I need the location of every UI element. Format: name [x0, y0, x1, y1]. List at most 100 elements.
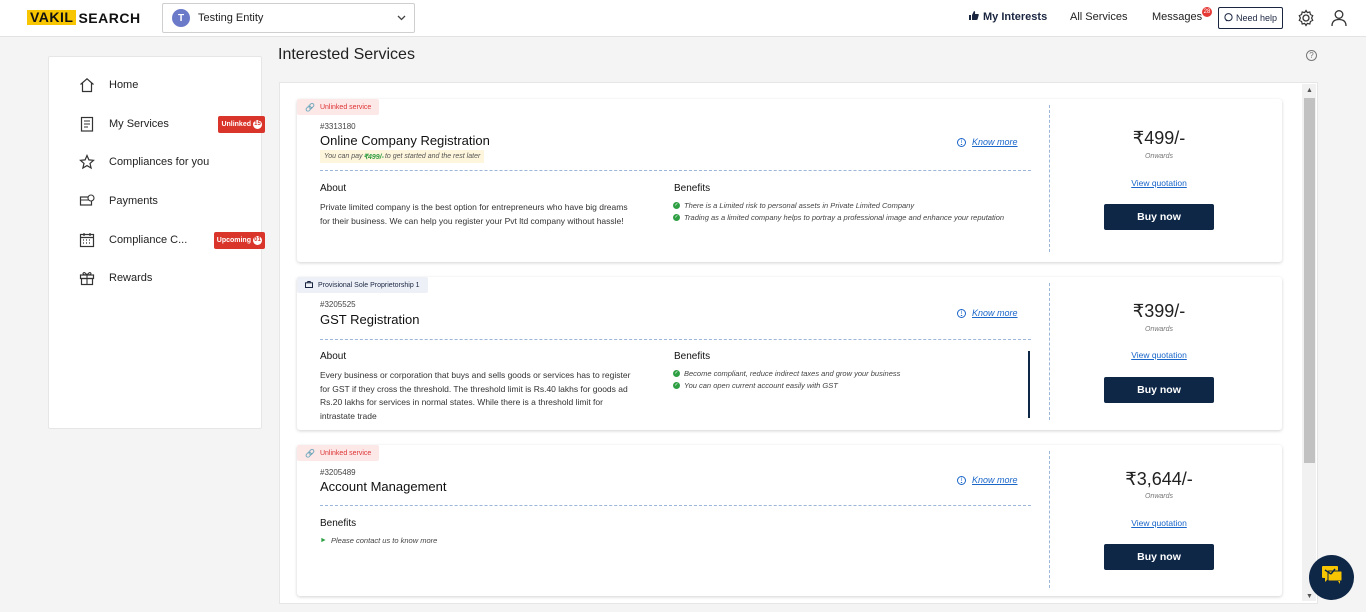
know-more-link[interactable]: i Know more [957, 137, 1018, 147]
pay-note-pre: You can pay [324, 153, 363, 160]
entity-avatar: T [172, 9, 190, 27]
service-card: 🔗 Unlinked service #3313180 Online Compa… [297, 99, 1282, 262]
sidebar-item-label: Compliances for you [109, 156, 210, 168]
divider [320, 339, 1031, 340]
help-question-icon[interactable]: ? [1306, 50, 1317, 61]
messages-count-badge: 28 [1202, 7, 1212, 17]
about-text: Every business or corporation that buys … [320, 370, 631, 421]
benefit-item: ✓ Trading as a limited company helps to … [673, 213, 1004, 222]
chat-icon [1320, 564, 1344, 591]
link-icon: 🔗 [305, 102, 315, 112]
service-title: Online Company Registration [320, 133, 490, 148]
entity-name: Testing Entity [198, 12, 264, 24]
thumbs-up-icon [969, 11, 979, 23]
benefit-text: There is a Limited risk to personal asse… [684, 201, 915, 210]
logo-part-1: VAKIL [27, 10, 77, 25]
info-icon: i [957, 308, 966, 318]
service-card: 🔗 Unlinked service #3205489 Account Mana… [297, 445, 1282, 596]
benefits-heading: Benefits [674, 351, 711, 362]
upcoming-badge: Upcoming 01 [213, 231, 265, 249]
know-more-label: Know more [972, 475, 1018, 485]
service-price: ₹499/- [1132, 128, 1186, 148]
provisional-tag: Provisional Sole Proprietorship 1 [297, 277, 428, 293]
about-heading: About [320, 351, 347, 362]
inner-scrollbar[interactable] [1028, 351, 1030, 418]
tag-label: Unlinked service [319, 449, 372, 457]
sidebar-item-my-services[interactable]: My Services Unlinked 15 [79, 114, 265, 134]
info-icon: i [957, 137, 966, 147]
price-onwards: Onwards [1144, 153, 1173, 160]
service-title: Account Management [320, 479, 447, 494]
nav-my-interests[interactable]: My Interests [969, 11, 1047, 23]
chat-bubble-icon [1224, 12, 1233, 24]
sidebar-item-home[interactable]: Home [79, 75, 254, 95]
chat-support-button[interactable] [1309, 555, 1354, 600]
sidebar-item-label: Compliance C... [109, 234, 188, 246]
pay-note-amount: ₹499/- [363, 153, 384, 161]
benefit-item: ✓ Become compliant, reduce indirect taxe… [673, 369, 900, 378]
benefit-text: Become compliant, reduce indirect taxes … [684, 369, 901, 378]
vertical-divider [1049, 451, 1050, 588]
price-onwards: Onwards [1144, 326, 1173, 333]
unlinked-service-tag: 🔗 Unlinked service [297, 445, 380, 461]
unlinked-count: 15 [253, 119, 262, 129]
calendar-icon [79, 232, 95, 248]
service-title: GST Registration [320, 312, 420, 327]
tag-label: Provisional Sole Proprietorship 1 [318, 281, 420, 289]
divider [320, 170, 1031, 171]
know-more-link[interactable]: i Know more [957, 475, 1018, 485]
buy-now-button[interactable]: Buy now [1104, 544, 1214, 570]
vakilsearch-logo[interactable]: VAKIL SEARCH [27, 9, 141, 26]
payments-icon [79, 193, 95, 209]
briefcase-icon [305, 280, 313, 290]
benefit-item: ► Please contact us to know more [320, 536, 437, 545]
check-icon: ► [320, 537, 327, 544]
settings-gear-icon[interactable] [1296, 8, 1316, 28]
chevron-down-icon [397, 13, 406, 24]
nav-my-interests-label: My Interests [983, 11, 1048, 23]
know-more-link[interactable]: i Know more [957, 308, 1018, 318]
need-help-button[interactable]: Need help [1218, 7, 1283, 29]
buy-now-button[interactable]: Buy now [1104, 377, 1214, 403]
logo-part-2: SEARCH [78, 9, 141, 26]
check-icon: ✓ [673, 214, 680, 221]
upcoming-badge-label: Upcoming [216, 236, 251, 244]
benefits-heading: Benefits [320, 518, 357, 529]
vertical-divider [1049, 283, 1050, 420]
pay-note-post: to get started and the rest later [384, 153, 481, 160]
view-quotation-link[interactable]: View quotation [1077, 518, 1241, 528]
nav-all-services[interactable]: All Services [1070, 11, 1127, 23]
scroll-up-arrow-icon[interactable]: ▲ [1305, 86, 1314, 95]
view-quotation-link[interactable]: View quotation [1077, 178, 1241, 188]
home-icon [79, 77, 95, 93]
divider [320, 505, 1031, 506]
benefit-item: ✓ There is a Limited risk to personal as… [673, 201, 914, 210]
about-text: Private limited company is the best opti… [320, 202, 628, 226]
service-id: #3205489 [320, 468, 356, 477]
sidebar-item-label: My Services [109, 118, 169, 130]
sidebar-item-compliances[interactable]: Compliances for you [79, 152, 254, 172]
sidebar: Home My Services Unlinked 15 Compliances… [48, 56, 265, 429]
benefit-text: Please contact us to know more [331, 536, 438, 545]
benefits-heading: Benefits [674, 183, 711, 194]
service-id: #3205525 [320, 300, 356, 309]
service-card: Provisional Sole Proprietorship 1 #32055… [297, 277, 1282, 430]
sidebar-item-rewards[interactable]: Rewards [79, 268, 254, 288]
panel-scrollbar-thumb[interactable] [1304, 98, 1315, 463]
sidebar-item-compliance-calendar[interactable]: Compliance C... Upcoming 01 [79, 230, 265, 250]
info-icon: i [957, 475, 966, 485]
sidebar-item-label: Rewards [109, 272, 153, 284]
sidebar-item-label: Payments [109, 195, 158, 207]
check-icon: ✓ [673, 202, 680, 209]
about-heading: About [320, 183, 347, 194]
benefit-text: You can open current account easily with… [684, 381, 838, 390]
scroll-down-arrow-icon[interactable]: ▼ [1305, 592, 1314, 601]
view-quotation-link[interactable]: View quotation [1077, 350, 1241, 360]
sidebar-item-payments[interactable]: Payments [79, 191, 254, 211]
buy-now-button[interactable]: Buy now [1104, 204, 1214, 230]
user-profile-icon[interactable] [1329, 8, 1349, 28]
sidebar-item-label: Home [109, 79, 139, 91]
nav-messages[interactable]: Messages [1152, 11, 1202, 23]
entity-selector[interactable]: T Testing Entity [162, 3, 415, 33]
vertical-divider [1049, 105, 1050, 252]
